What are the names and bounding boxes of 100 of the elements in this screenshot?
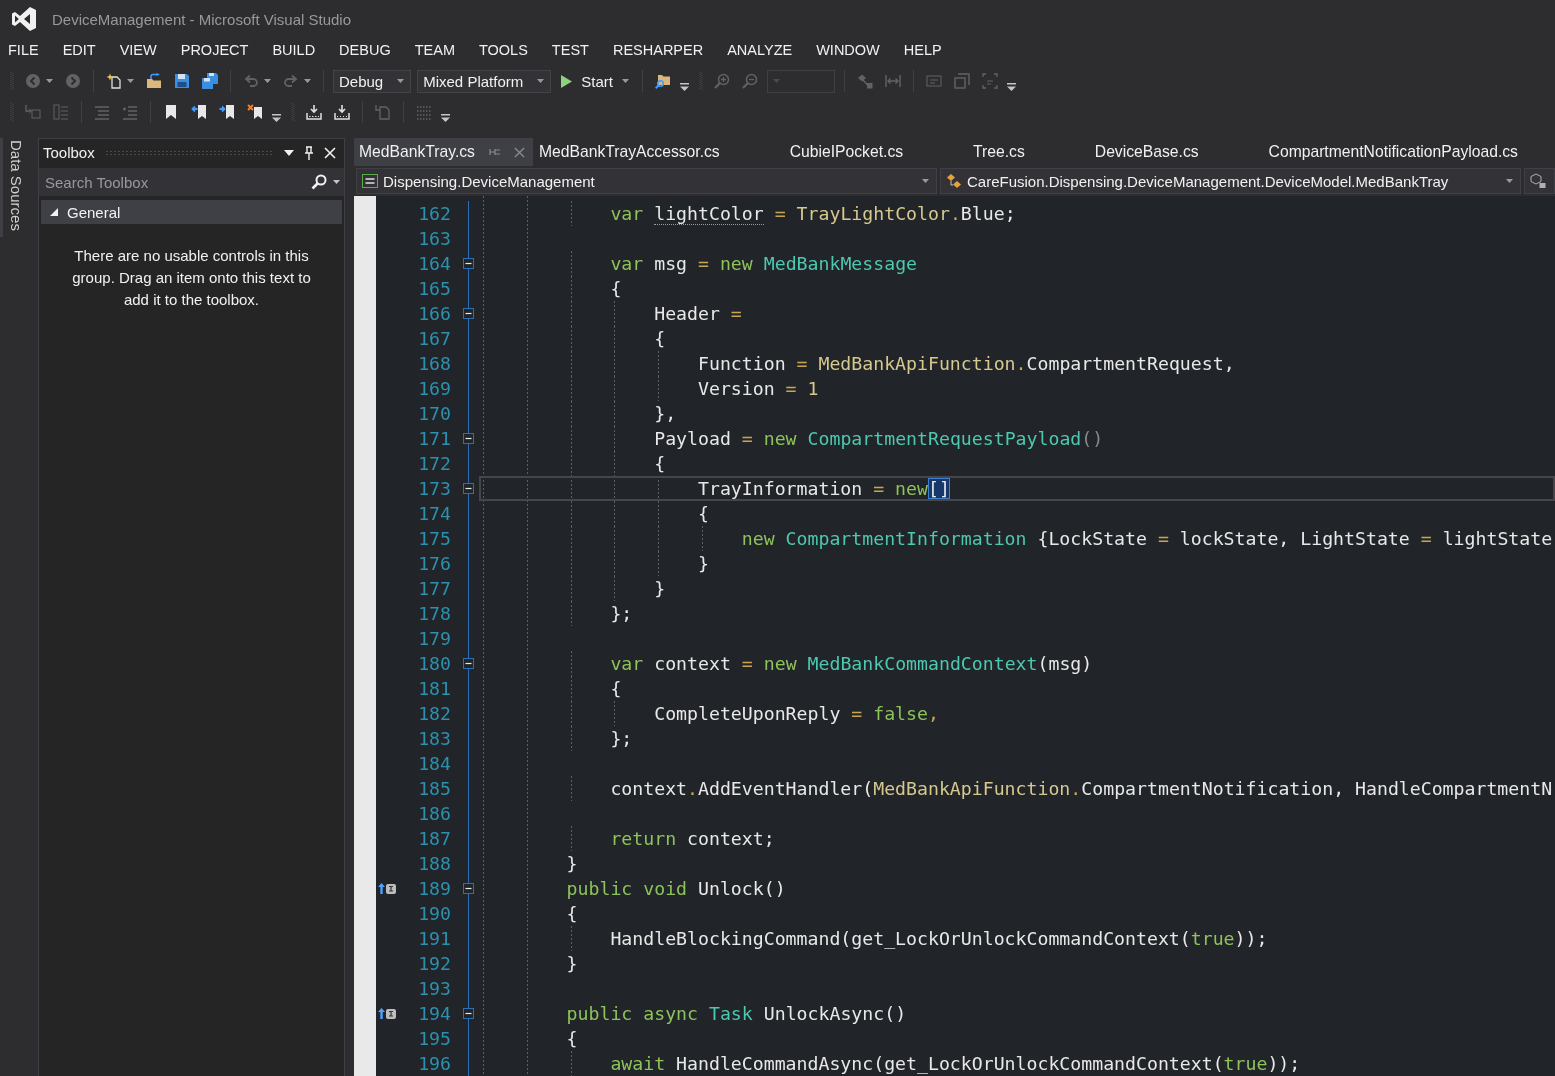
line-number: 179 [418, 627, 451, 651]
code-line: }, [654, 403, 677, 424]
editor-tab[interactable]: Tree.cs [967, 138, 1089, 166]
overflow-icon[interactable] [441, 114, 450, 122]
undo-icon [243, 73, 259, 89]
zoom-out-icon [741, 73, 758, 89]
code-line: } [698, 553, 709, 574]
menu-item[interactable]: WINDOW [804, 39, 892, 61]
code-line: } [654, 578, 666, 599]
line-number: 174 [418, 502, 451, 526]
save-icon [174, 73, 190, 89]
navigation-dropdown[interactable] [1524, 168, 1555, 194]
bookmark-clear-icon [247, 104, 263, 120]
panel-title: Toolbox [43, 144, 95, 161]
navigation-dropdown[interactable]: Dispensing.DeviceManagement [356, 168, 937, 194]
stacked-boxes-icon [953, 73, 970, 89]
arrow-badge-icon[interactable] [377, 1008, 396, 1019]
line-number: 164 [418, 252, 451, 276]
caret-icon[interactable] [284, 149, 294, 156]
line-number: 184 [418, 752, 451, 776]
line-number: 177 [418, 577, 451, 601]
menu-item[interactable]: HELP [891, 39, 954, 61]
folder-search-icon [654, 73, 671, 89]
line-number: 165 [418, 277, 451, 301]
code-line: new CompartmentInformation {LockState = lockState, LightState = lightState [741, 528, 1553, 549]
start-button[interactable]: Start [557, 69, 633, 93]
editor-tab[interactable]: MedBankTrayAccessor.cs [532, 138, 784, 166]
menu-item[interactable]: ANALYZE [715, 39, 805, 61]
toolbar-dropdown[interactable]: Debug [333, 69, 412, 93]
dotted-grid-icon [416, 104, 432, 120]
code-line: public async Task UnlockAsync() [566, 1003, 907, 1024]
code-line: }; [610, 603, 633, 624]
collapse-icon[interactable] [463, 1008, 474, 1019]
line-number: 190 [418, 902, 451, 926]
menu-item[interactable]: TEST [539, 39, 601, 61]
class-blocks-icon [946, 173, 962, 189]
line-number: 183 [418, 727, 451, 751]
toolbox-group[interactable]: General [41, 200, 342, 224]
code-line: context.AddEventHandler(MedBankApiFunction.CompartmentNotification, HandleCompartmentN [610, 778, 1553, 799]
line-number: 166 [418, 302, 451, 326]
code-line: { [698, 503, 709, 524]
line-number: 191 [418, 927, 451, 951]
caret-icon[interactable] [333, 180, 340, 184]
new-document-icon [106, 73, 122, 89]
line-number: 175 [418, 527, 451, 551]
forward-icon [65, 73, 81, 89]
code-line: var msg = new MedBankMessage [610, 253, 918, 274]
line-number: 168 [418, 352, 451, 376]
overflow-icon[interactable] [679, 83, 689, 91]
menu-item[interactable]: RESHARPER [600, 39, 716, 61]
code-line: }; [610, 728, 633, 749]
navigation-dropdown[interactable]: CareFusion.Dispensing.DeviceManagement.DeviceModel.MedBankTray [940, 168, 1521, 194]
collapse-icon[interactable] [463, 308, 474, 319]
text-box-icon [925, 73, 942, 89]
open-folder-icon [146, 73, 162, 89]
menu-item[interactable]: TEAM [402, 39, 467, 61]
window-title: DeviceManagement - Microsoft Visual Studio [52, 10, 352, 28]
uncomment-lines-icon [122, 104, 138, 120]
search-field[interactable]: Search Toolbox [39, 168, 344, 196]
editor-tab[interactable]: DeviceBase.cs [1088, 138, 1263, 166]
editor-tab[interactable]: CompartmentNotificationPayload.cs [1262, 138, 1555, 166]
search-icon[interactable] [311, 174, 327, 190]
code-line: await HandleCommandAsync(get_LockOrUnlockCommandContext(true)); [610, 1053, 1301, 1074]
arrow-badge-icon[interactable] [377, 883, 396, 894]
collapse-icon[interactable] [463, 258, 474, 269]
logo-icon [10, 5, 38, 33]
side-tab[interactable]: Data Sources [0, 138, 31, 237]
code-line: { [654, 328, 666, 349]
collapse-icon[interactable] [463, 883, 474, 894]
line-number: 171 [418, 427, 451, 451]
line-number: 163 [418, 227, 451, 251]
code-line: Payload = new CompartmentRequestPayload() [654, 428, 1104, 449]
line-number: 178 [418, 602, 451, 626]
menu-item[interactable]: PROJECT [168, 39, 261, 61]
code-line: { [610, 278, 622, 299]
menu-item[interactable]: EDIT [50, 39, 108, 61]
menu-item[interactable]: BUILD [260, 39, 328, 61]
menu-item[interactable]: DEBUG [327, 39, 403, 61]
line-number: 186 [418, 802, 451, 826]
toolbar-dropdown[interactable]: Mixed Platform [417, 69, 552, 93]
collapse-icon[interactable] [463, 433, 474, 444]
menu-item[interactable]: VIEW [107, 39, 169, 61]
line-number: 172 [418, 452, 451, 476]
bookmark-prev-icon [191, 104, 207, 120]
menu-item[interactable]: TOOLS [466, 39, 540, 61]
code-line: return context; [610, 828, 775, 849]
indent-icon [25, 104, 41, 120]
editor-tab[interactable]: CubieIPocket.cs [783, 138, 968, 166]
redo-icon [283, 73, 299, 89]
line-number: 193 [418, 977, 451, 1001]
search-input[interactable]: Search Toolbox [45, 173, 305, 191]
collapse-icon[interactable] [463, 658, 474, 669]
line-number: 169 [418, 377, 451, 401]
overflow-icon[interactable] [272, 114, 281, 122]
collapse-icon[interactable] [463, 483, 474, 494]
code-line: } [566, 953, 578, 974]
menu-item[interactable]: FILE [0, 39, 51, 61]
overflow-icon[interactable] [1006, 83, 1016, 91]
width-arrows-icon [884, 73, 901, 89]
code-line: var context = new MedBankCommandContext(msg) [610, 653, 1093, 674]
